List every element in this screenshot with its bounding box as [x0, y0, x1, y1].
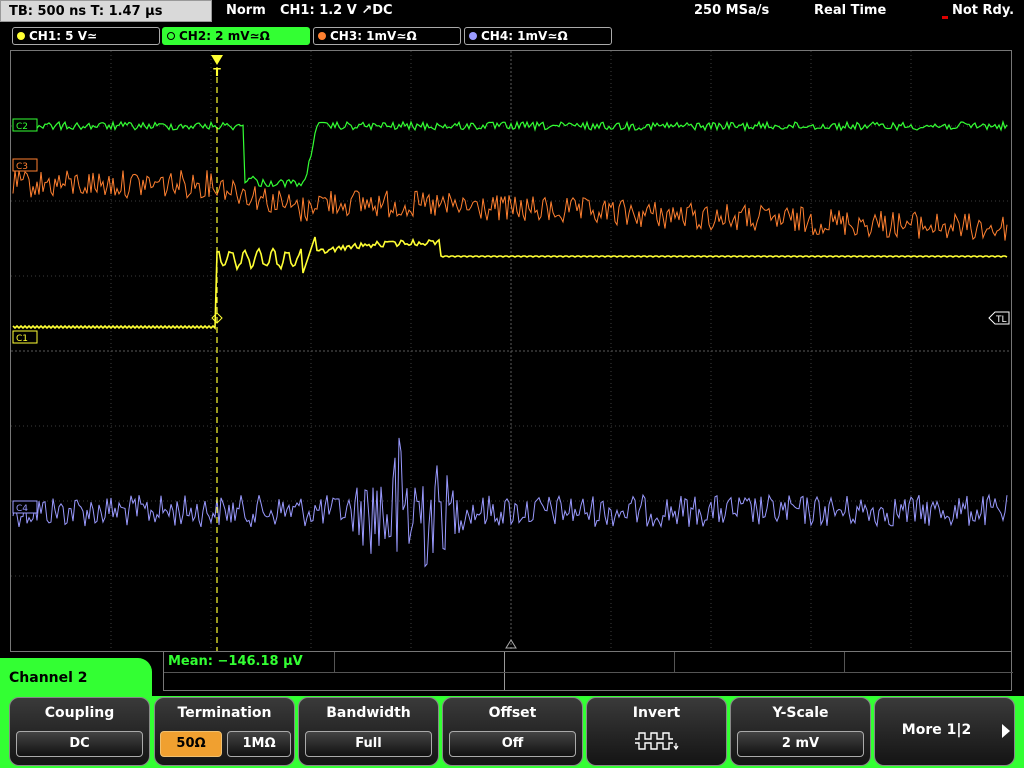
trigger-level-label: TL: [995, 315, 1007, 325]
trigger-level-marker[interactable]: TL: [988, 311, 1010, 325]
more-label: More 1|2: [901, 722, 972, 738]
trigger-position-icon[interactable]: [211, 55, 223, 65]
tab-ch3[interactable]: CH3: 1mV≃Ω: [313, 27, 461, 45]
tab-ch2[interactable]: CH2: 2 mV≃Ω: [162, 27, 310, 45]
more-softkey[interactable]: More 1|2: [874, 697, 1015, 766]
yscale-value[interactable]: 2 mV: [737, 731, 864, 757]
ch4-label: CH4: 1mV≃Ω: [481, 29, 568, 43]
tab-ch4[interactable]: CH4: 1mV≃Ω: [464, 27, 612, 45]
invert-softkey[interactable]: Invert: [586, 697, 727, 766]
mean-measurement[interactable]: Mean: −146.18 µV: [168, 654, 303, 669]
trigger-status: Not Rdy.: [952, 3, 1015, 18]
graticule: [11, 51, 1011, 651]
ch2-dot-icon: [167, 32, 175, 40]
invert-waveform-icon: [635, 732, 679, 750]
c1-marker[interactable]: C1: [12, 330, 38, 344]
c1-marker-label: C1: [16, 334, 28, 344]
bandwidth-softkey[interactable]: Bandwidth Full: [298, 697, 439, 766]
timebase-readout[interactable]: TB: 500 ns T: 1.47 µs: [0, 0, 212, 22]
termination-50ohm-option[interactable]: 50Ω: [160, 731, 222, 757]
termination-1mohm-option[interactable]: 1MΩ: [227, 731, 291, 757]
ch4-dot-icon: [469, 32, 477, 40]
c4-marker-label: C4: [16, 504, 28, 514]
offset-value[interactable]: Off: [449, 731, 576, 757]
bandwidth-value[interactable]: Full: [305, 731, 432, 757]
ch4-trace: [12, 437, 1008, 568]
waveform-traces: [12, 119, 1008, 568]
c2-marker-label: C2: [16, 122, 28, 132]
c2-marker[interactable]: C2: [12, 118, 38, 132]
ch1-dot-icon: [17, 32, 25, 40]
trigger-mode[interactable]: Norm: [226, 3, 266, 18]
arrow-right-icon: [1002, 724, 1010, 738]
c3-marker-label: C3: [16, 162, 28, 172]
termination-softkey[interactable]: Termination 50Ω 1MΩ: [154, 697, 295, 766]
termination-title: Termination: [177, 705, 272, 721]
coupling-value[interactable]: DC: [16, 731, 143, 757]
ch3-trace: [12, 170, 1008, 241]
coupling-softkey[interactable]: Coupling DC: [9, 697, 150, 766]
ch3-dot-icon: [318, 32, 326, 40]
menu-title: Channel 2: [0, 658, 152, 698]
ch3-label: CH3: 1mV≃Ω: [330, 29, 417, 43]
c3-marker[interactable]: C3: [12, 158, 38, 172]
status-indicator: [942, 16, 948, 19]
sample-rate: 250 MSa/s: [694, 3, 770, 18]
ch1-trace: [12, 236, 1008, 330]
trigger-readout[interactable]: CH1: 1.2 V ↗DC: [280, 3, 393, 18]
offset-softkey[interactable]: Offset Off: [442, 697, 583, 766]
acquisition-mode[interactable]: Real Time: [814, 3, 886, 18]
yscale-title: Y-Scale: [772, 705, 829, 721]
invert-title: Invert: [632, 705, 681, 721]
offset-title: Offset: [488, 705, 537, 721]
ch1-label: CH1: 5 V≃: [29, 29, 98, 43]
bandwidth-title: Bandwidth: [326, 705, 411, 721]
tab-ch1[interactable]: CH1: 5 V≃: [12, 27, 160, 45]
trigger-point-label: T: [213, 66, 221, 79]
ch2-label: CH2: 2 mV≃Ω: [179, 29, 270, 43]
c4-marker[interactable]: C4: [12, 500, 38, 514]
waveform-canvas[interactable]: T C2 C3 C1 C4 TL: [11, 51, 1011, 651]
yscale-softkey[interactable]: Y-Scale 2 mV: [730, 697, 871, 766]
coupling-title: Coupling: [44, 705, 115, 721]
